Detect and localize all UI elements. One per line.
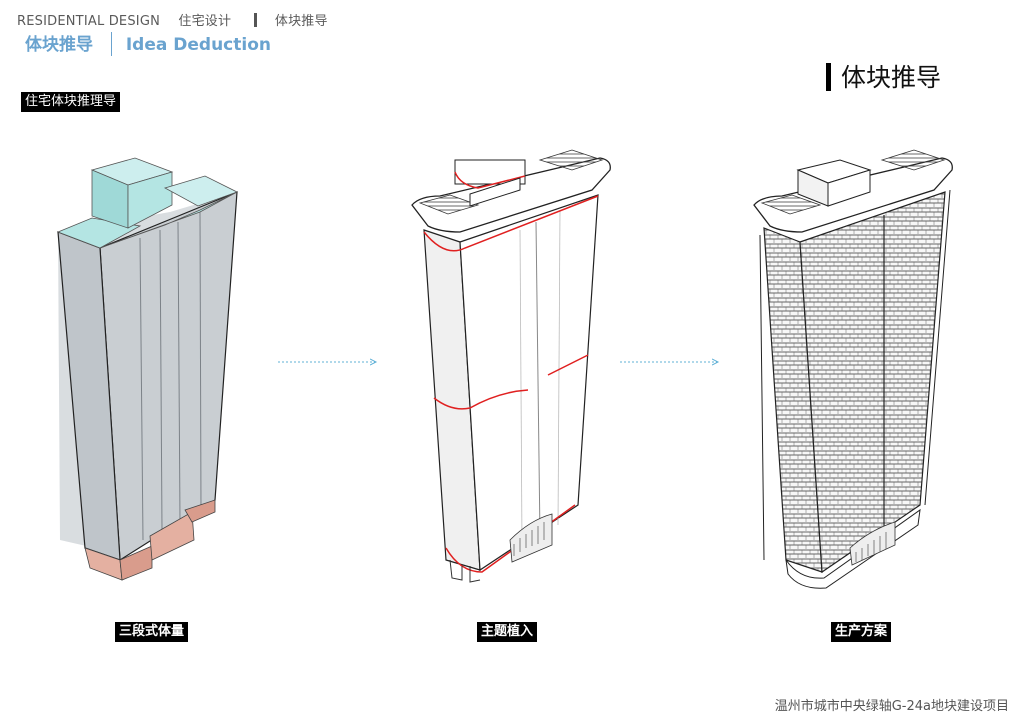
tower1-right-face (99, 191, 238, 562)
tower-scheme (753, 149, 953, 589)
tower-theme (411, 149, 611, 583)
step-caption-2: 主题植入 (477, 622, 538, 642)
tower2-right-face (459, 194, 599, 572)
massing-diagrams (56, 149, 953, 589)
step-caption-3: 生产方案 (831, 622, 892, 642)
tower-massing (56, 157, 239, 581)
project-footer: 温州市城市中央绿轴G-24a地块建设项目 (774, 699, 1009, 714)
tower3-right-face (799, 191, 946, 574)
step-caption-1: 三段式体量 (115, 622, 189, 642)
